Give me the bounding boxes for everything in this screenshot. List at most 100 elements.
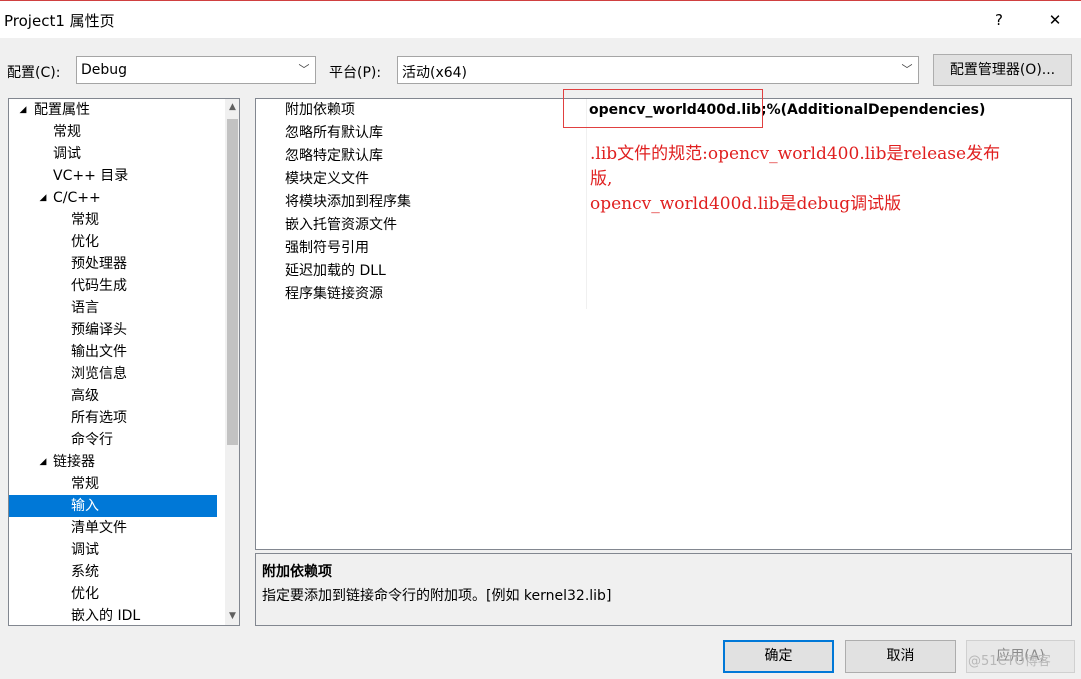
tree-item[interactable]: 预编译头: [9, 319, 217, 341]
tree-item[interactable]: 常规: [9, 121, 217, 143]
annotation-line-2: 版,: [590, 169, 613, 189]
property-row[interactable]: 延迟加载的 DLL: [256, 260, 586, 283]
tree-item-label: 优化: [71, 234, 99, 250]
property-name: 将模块添加到程序集: [285, 194, 411, 210]
tree-item-label: 输入: [71, 498, 99, 514]
tree-item-label: 语言: [71, 300, 99, 316]
property-row[interactable]: 强制符号引用: [256, 237, 586, 260]
tree-item[interactable]: 所有选项: [9, 407, 217, 429]
cancel-button[interactable]: 取消: [845, 640, 956, 673]
tree-item[interactable]: 系统: [9, 561, 217, 583]
property-tree: ◢ 配置属性 常规 调试 VC++ 目录 ◢ C/C++ 常规 优化 预处理器 代码生成 语言 预编译头…: [8, 98, 240, 626]
ok-button[interactable]: 确定: [723, 640, 834, 673]
annotation-note: .lib文件的规范:opencv_world400.lib是release发布 …: [590, 142, 1070, 217]
expand-arrow-icon[interactable]: ◢: [17, 99, 29, 121]
tree-item[interactable]: 命令行: [9, 429, 217, 451]
tree-item[interactable]: 语言: [9, 297, 217, 319]
tree-item-label: 所有选项: [71, 410, 127, 426]
tree-scrollbar[interactable]: ▲ ▼: [225, 99, 239, 625]
property-name: 附加依赖项: [285, 102, 355, 118]
tree-item-label: 配置属性: [34, 102, 90, 118]
platform-value: 活动(x64): [402, 65, 468, 81]
title-bar: Project1 属性页 ? ✕: [0, 0, 1081, 38]
property-row[interactable]: 忽略所有默认库: [256, 122, 586, 145]
property-name: 延迟加载的 DLL: [285, 263, 386, 279]
tree-item-label: 常规: [71, 212, 99, 228]
help-button[interactable]: ?: [987, 9, 1011, 31]
tree-item-label: 高级: [71, 388, 99, 404]
window-title: Project1 属性页: [4, 12, 115, 30]
config-value: Debug: [81, 62, 128, 78]
tree-item[interactable]: ◢ 链接器: [9, 451, 217, 473]
scroll-up-icon[interactable]: ▲: [225, 99, 239, 116]
property-name: 强制符号引用: [285, 240, 369, 256]
tree-item-label: 清单文件: [71, 520, 127, 536]
tree-item[interactable]: ◢ 配置属性: [9, 99, 217, 121]
expand-arrow-icon[interactable]: ◢: [37, 451, 49, 473]
tree-item[interactable]: 优化: [9, 231, 217, 253]
property-name: 嵌入托管资源文件: [285, 217, 397, 233]
tree-item-label: 常规: [71, 476, 99, 492]
tree-item-label: 输出文件: [71, 344, 127, 360]
tree-item-label: 链接器: [53, 454, 95, 470]
tree-item-label: VC++ 目录: [53, 168, 129, 184]
tree-item-label: 调试: [71, 542, 99, 558]
tree-item[interactable]: 预处理器: [9, 253, 217, 275]
annotation-line-3: opencv_world400d.lib是debug调试版: [590, 194, 902, 214]
tree-item[interactable]: 优化: [9, 583, 217, 605]
description-panel: 附加依赖项 指定要添加到链接命令行的附加项。[例如 kernel32.lib]: [255, 553, 1072, 626]
description-title: 附加依赖项: [262, 564, 332, 580]
property-grid: 附加依赖项 opencv_world400d.lib;%(AdditionalDe…: [255, 89, 1072, 550]
config-label: 配置(C):: [7, 65, 61, 81]
tree-item-label: 优化: [71, 586, 99, 602]
tree-item-label: 预处理器: [71, 256, 127, 272]
tree-item[interactable]: 调试: [9, 143, 217, 165]
tree-item-label: 嵌入的 IDL: [71, 608, 141, 624]
tree-item[interactable]: 常规: [9, 473, 217, 495]
platform-label: 平台(P):: [329, 65, 382, 81]
property-row[interactable]: 将模块添加到程序集: [256, 191, 586, 214]
property-row[interactable]: 忽略特定默认库: [256, 145, 586, 168]
description-text: 指定要添加到链接命令行的附加项。[例如 kernel32.lib]: [262, 588, 612, 604]
close-button[interactable]: ✕: [1043, 9, 1067, 31]
tree-item-label: 浏览信息: [71, 366, 127, 382]
tree-item[interactable]: 输出文件: [9, 341, 217, 363]
tree-item[interactable]: 输入: [9, 495, 217, 517]
property-row[interactable]: 附加依赖项: [256, 99, 586, 122]
tree-item-label: 系统: [71, 564, 99, 580]
watermark: @51CTO博客: [968, 654, 1051, 669]
expand-arrow-icon[interactable]: ◢: [37, 187, 49, 209]
tree-item[interactable]: VC++ 目录: [9, 165, 217, 187]
config-manager-button[interactable]: 配置管理器(O)...: [933, 54, 1072, 86]
property-name: 忽略所有默认库: [285, 125, 383, 141]
tree-item[interactable]: 代码生成: [9, 275, 217, 297]
chevron-down-icon: ﹀: [901, 63, 913, 76]
tree-item-label: 预编译头: [71, 322, 127, 338]
tree-item[interactable]: 调试: [9, 539, 217, 561]
property-row[interactable]: 模块定义文件: [256, 168, 586, 191]
scroll-thumb[interactable]: [227, 119, 238, 445]
tree-item-label: 调试: [53, 146, 81, 162]
tree-item-label: 命令行: [71, 432, 113, 448]
tree-item-label: 常规: [53, 124, 81, 140]
annotation-line-1: .lib文件的规范:opencv_world400.lib是release发布: [590, 144, 1001, 164]
tree-item-label: 代码生成: [71, 278, 127, 294]
platform-select[interactable]: 活动(x64) ﹀: [397, 56, 919, 84]
property-row[interactable]: 程序集链接资源: [256, 283, 586, 306]
tree-item[interactable]: ◢ C/C++: [9, 187, 217, 209]
property-row[interactable]: 嵌入托管资源文件: [256, 214, 586, 237]
property-name: 忽略特定默认库: [285, 148, 383, 164]
config-select[interactable]: Debug ﹀: [76, 56, 316, 84]
tree-item[interactable]: 常规: [9, 209, 217, 231]
tree-item[interactable]: 嵌入的 IDL: [9, 605, 217, 625]
scroll-down-icon[interactable]: ▼: [225, 608, 239, 625]
tree-item[interactable]: 浏览信息: [9, 363, 217, 385]
tree-item-label: C/C++: [53, 190, 101, 206]
property-name: 程序集链接资源: [285, 286, 383, 302]
tree-item[interactable]: 清单文件: [9, 517, 217, 539]
highlight-box: [563, 89, 763, 128]
column-divider: [586, 99, 587, 309]
chevron-down-icon: ﹀: [298, 63, 310, 76]
tree-item[interactable]: 高级: [9, 385, 217, 407]
property-name: 模块定义文件: [285, 171, 369, 187]
